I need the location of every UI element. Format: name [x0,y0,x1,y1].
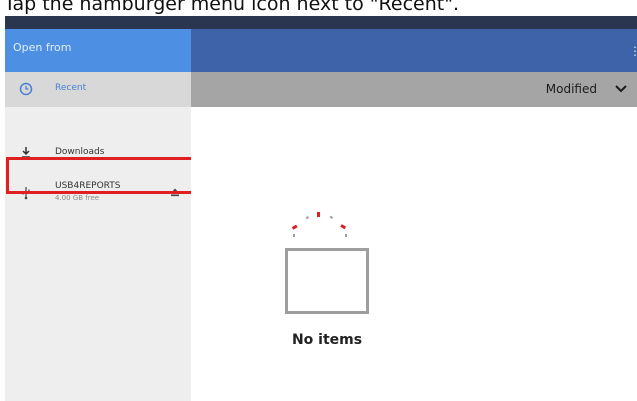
clock-icon [19,82,33,96]
overflow-menu-icon[interactable]: ⋮ [629,43,637,59]
empty-state-message: No items [291,332,363,348]
navigation-drawer: Open from Recent Downloads USB4REPORTS 4… [5,29,191,401]
chevron-down-icon[interactable] [613,81,629,97]
drawer-item-label: Downloads [55,147,105,157]
sort-bar: Modified [191,72,637,107]
drawer-title: Open from [13,41,72,54]
status-bar [5,16,637,29]
empty-folder-icon [285,248,369,314]
annotation-highlight [6,157,210,194]
drawer-item-sublabel: 4.00 GB free [55,194,100,202]
device-screen: ⋮ Modified Open from Recent Downloads US… [5,16,637,401]
drawer-item-recent[interactable]: Recent [5,72,191,107]
drawer-item-label: Recent [55,83,87,93]
sort-label[interactable]: Modified [546,72,597,107]
loading-spinner-icon [291,212,347,237]
file-list-area: No items [191,107,637,401]
app-bar: ⋮ [191,29,637,72]
drawer-header: Open from [5,29,191,72]
